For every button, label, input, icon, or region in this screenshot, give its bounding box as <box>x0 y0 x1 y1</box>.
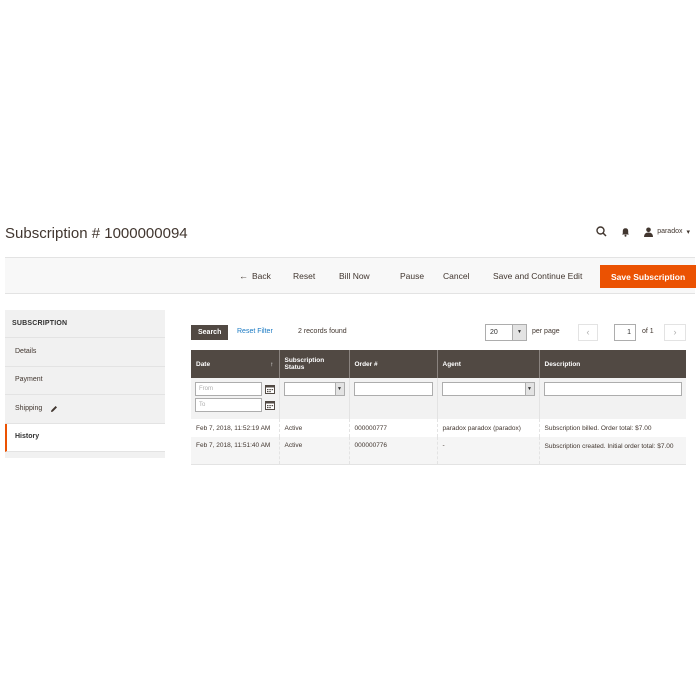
user-menu[interactable]: paradox ▾ <box>644 227 690 237</box>
sort-arrow-icon: ↑ <box>270 360 274 368</box>
cell-date: Feb 7, 2018, 11:51:40 AM <box>191 437 280 464</box>
date-filter-cell: From To <box>191 378 280 419</box>
history-grid: Date ↑ Subscription Status Order # Agent … <box>191 350 686 465</box>
cancel-button[interactable]: Cancel <box>437 265 475 288</box>
chevron-down-icon: ▼ <box>334 383 344 395</box>
user-caret-icon: ▾ <box>686 228 690 236</box>
column-header-description[interactable]: Description <box>539 350 686 378</box>
records-count: 2 records found <box>298 328 347 335</box>
user-name: paradox <box>657 228 683 235</box>
subscription-tabs: SUBSCRIPTION Details Payment Shipping Hi… <box>5 310 165 458</box>
table-row[interactable]: Feb 7, 2018, 11:52:19 AM Active 00000077… <box>191 419 686 437</box>
save-and-continue-button[interactable]: Save and Continue Edit <box>487 265 588 288</box>
pause-button[interactable]: Pause <box>394 265 430 288</box>
cell-order: 000000776 <box>349 437 438 464</box>
cell-agent: paradox paradox (paradox) <box>437 419 540 437</box>
status-filter-select[interactable]: ▼ <box>283 382 345 396</box>
sidebar-item-payment[interactable]: Payment <box>5 367 165 395</box>
prev-page-button[interactable]: ‹ <box>578 324 598 341</box>
column-header-date[interactable]: Date ↑ <box>191 350 280 378</box>
cell-status: Active <box>279 419 350 437</box>
per-page-value: 20 <box>490 329 498 336</box>
pencil-icon <box>50 405 58 413</box>
next-page-button[interactable]: › <box>664 324 686 341</box>
search-icon[interactable] <box>596 226 607 237</box>
search-button[interactable]: Search <box>191 325 229 340</box>
bill-now-button[interactable]: Bill Now <box>333 265 376 288</box>
calendar-icon[interactable] <box>264 384 275 394</box>
chevron-down-icon: ▼ <box>524 383 534 395</box>
agent-filter-select[interactable]: ▼ <box>441 382 535 396</box>
sidebar-item-history[interactable]: History <box>5 423 165 452</box>
per-page-select[interactable]: 20 ▼ <box>485 324 527 341</box>
column-header-agent[interactable]: Agent <box>437 350 540 378</box>
column-header-status[interactable]: Subscription Status <box>279 350 350 378</box>
reset-button[interactable]: Reset <box>287 265 321 288</box>
status-filter-cell: ▼ <box>279 378 350 419</box>
description-filter-input[interactable] <box>543 382 682 396</box>
description-filter-cell <box>539 378 686 419</box>
back-arrow-icon: ← <box>239 271 248 281</box>
back-button[interactable]: ← Back <box>233 265 277 288</box>
order-filter-cell <box>349 378 438 419</box>
table-row[interactable]: Feb 7, 2018, 11:51:40 AM Active 00000077… <box>191 437 686 464</box>
user-icon <box>644 227 654 237</box>
per-page-label: per page <box>532 328 560 335</box>
page-total-label: of 1 <box>642 328 654 335</box>
grid-controls: Search Reset Filter 2 records found 20 ▼… <box>191 323 686 342</box>
sidebar-item-details[interactable]: Details <box>5 338 165 367</box>
reset-filter-link[interactable]: Reset Filter <box>237 328 273 335</box>
cell-description: Subscription created. Initial order tota… <box>539 437 686 464</box>
date-to-input[interactable]: To <box>195 398 262 412</box>
page-actions-toolbar: ← Back Reset Bill Now Pause Cancel Save a… <box>5 257 697 294</box>
agent-filter-cell: ▼ <box>437 378 540 419</box>
bell-icon[interactable] <box>621 227 630 237</box>
column-header-order[interactable]: Order # <box>349 350 438 378</box>
header-actions: paradox ▾ <box>596 226 690 237</box>
save-subscription-button[interactable]: Save Subscription <box>600 265 697 288</box>
cell-order: 000000777 <box>349 419 438 437</box>
filter-row: From To ▼ ▼ <box>191 378 686 419</box>
cell-description: Subscription billed. Order total: $7.00 <box>539 419 686 437</box>
chevron-down-icon: ▼ <box>512 325 526 340</box>
page-number-input[interactable]: 1 <box>614 324 636 341</box>
order-filter-input[interactable] <box>353 382 433 396</box>
cell-date: Feb 7, 2018, 11:52:19 AM <box>191 419 280 437</box>
date-from-input[interactable]: From <box>195 382 262 396</box>
sidebar-footer <box>5 452 165 458</box>
page-title: Subscription # 1000000094 <box>5 225 188 242</box>
calendar-icon[interactable] <box>264 400 275 410</box>
sidebar-heading: SUBSCRIPTION <box>5 310 165 338</box>
cell-agent: - <box>437 437 540 464</box>
sidebar-item-shipping[interactable]: Shipping <box>5 395 165 424</box>
cell-status: Active <box>279 437 350 464</box>
